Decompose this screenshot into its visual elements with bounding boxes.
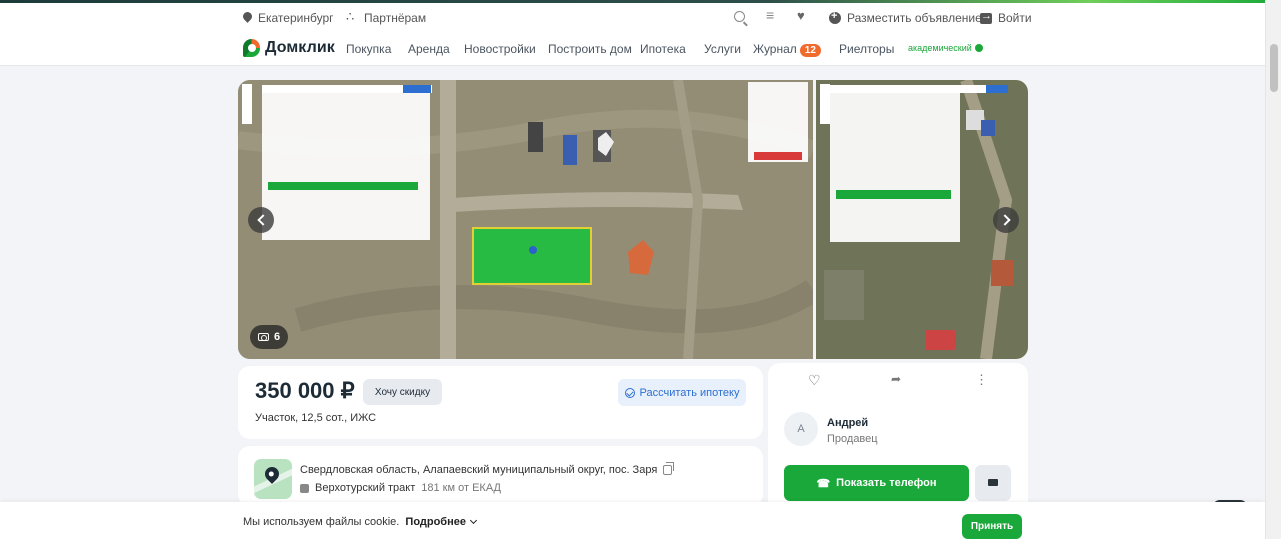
address-card: Свердловская область, Алапаевский муници… xyxy=(238,446,763,506)
price-card: 350 000 ₽ Хочу скидку Рассчитать ипотеку… xyxy=(238,366,763,439)
login-label: Войти xyxy=(998,11,1032,25)
seller-card: А Андрей Продавец Показать телефон xyxy=(768,363,1028,513)
heart-icon xyxy=(797,8,809,23)
main-photo[interactable] xyxy=(238,80,813,359)
search-icon xyxy=(734,11,745,22)
map-pin-icon xyxy=(262,464,282,484)
partners-label: Партнёрам xyxy=(364,11,427,25)
gallery-prev-button[interactable] xyxy=(248,207,274,233)
photo-count-badge[interactable]: 6 xyxy=(250,325,289,349)
city-selector[interactable]: Екатеринбург xyxy=(243,11,334,25)
nav-link-mortgage[interactable]: Ипотека xyxy=(640,42,686,56)
seller-role: Продавец xyxy=(827,433,878,445)
login-link[interactable]: Войти xyxy=(980,10,1032,25)
top-bar: Екатеринбург Партнёрам Разместить объявл… xyxy=(0,3,1265,31)
logo-icon xyxy=(243,39,260,57)
promo-label: академический xyxy=(908,43,972,53)
map-thumbnail[interactable] xyxy=(254,459,292,499)
highway-icon xyxy=(300,483,309,493)
search-button[interactable] xyxy=(734,11,745,22)
photo-count-value: 6 xyxy=(274,331,281,343)
gallery-next-button[interactable] xyxy=(993,207,1019,233)
favorite-heart-icon[interactable] xyxy=(808,372,822,389)
chat-button[interactable] xyxy=(975,465,1011,501)
copy-icon[interactable] xyxy=(663,462,675,475)
nav-link-journal[interactable]: Журнал 12 xyxy=(753,42,821,57)
route-name: Верхотурский тракт xyxy=(315,482,416,494)
check-circle-icon xyxy=(624,387,635,398)
chevron-down-icon xyxy=(469,516,478,525)
discount-button[interactable]: Хочу скидку xyxy=(363,379,442,405)
post-ad-link[interactable]: Разместить объявление xyxy=(829,10,982,25)
nav-link-realtors[interactable]: Риелторы xyxy=(839,42,894,56)
seller-avatar: А xyxy=(784,412,818,446)
post-ad-label: Разместить объявление xyxy=(847,11,982,25)
main-navigation: Домклик Покупка Аренда Новостройки Постр… xyxy=(0,31,1265,66)
login-icon xyxy=(980,10,992,24)
nav-link-build-house[interactable]: Построить дом xyxy=(548,42,632,56)
phone-icon xyxy=(816,477,830,490)
satellite-map-image xyxy=(238,80,813,359)
partners-link[interactable]: Партнёрам xyxy=(346,9,427,25)
address-value: Свердловская область, Алапаевский муници… xyxy=(300,464,658,476)
promo-link[interactable]: академический xyxy=(908,43,983,53)
cookie-message: Мы используем файлы cookie. Подробнее xyxy=(243,516,478,528)
compare-icon xyxy=(766,7,778,23)
listing-subtitle: Участок, 12,5 сот., ИЖС xyxy=(255,412,377,424)
cookie-more-link[interactable]: Подробнее xyxy=(405,516,478,528)
cookie-banner: Мы используем файлы cookie. Подробнее Пр… xyxy=(0,502,1265,539)
domclick-logo[interactable]: Домклик xyxy=(243,39,335,57)
more-options-icon[interactable] xyxy=(973,372,988,389)
show-phone-button[interactable]: Показать телефон xyxy=(784,465,969,501)
listing-price: 350 000 ₽ xyxy=(255,378,355,403)
address-line: Свердловская область, Алапаевский муници… xyxy=(300,462,675,476)
nav-link-new-buildings[interactable]: Новостройки xyxy=(464,42,536,56)
nav-link-rent[interactable]: Аренда xyxy=(408,42,450,56)
page-scrollbar[interactable] xyxy=(1265,0,1281,539)
nav-link-buy[interactable]: Покупка xyxy=(346,42,391,56)
show-phone-label: Показать телефон xyxy=(836,477,937,489)
compare-button[interactable] xyxy=(766,7,778,23)
location-pin-icon xyxy=(243,12,252,24)
mortgage-calculator-button[interactable]: Рассчитать ипотеку xyxy=(618,379,746,406)
route-line: Верхотурский тракт 181 км от ЕКАД xyxy=(300,482,501,494)
favorites-button[interactable] xyxy=(797,8,809,23)
mortgage-label: Рассчитать ипотеку xyxy=(639,386,740,399)
cookie-more-label: Подробнее xyxy=(405,516,466,528)
journal-count-badge: 12 xyxy=(799,44,821,57)
seller-name[interactable]: Андрей xyxy=(827,417,868,429)
photo-gallery: 6 xyxy=(238,80,1028,359)
info-icon xyxy=(974,44,983,52)
partners-icon xyxy=(346,9,358,25)
city-label: Екатеринбург xyxy=(258,11,334,25)
share-icon[interactable] xyxy=(891,372,905,389)
route-distance: 181 км от ЕКАД xyxy=(421,482,501,494)
logo-text: Домклик xyxy=(265,39,335,56)
scrollbar-thumb[interactable] xyxy=(1270,44,1278,92)
journal-label: Журнал xyxy=(753,42,797,56)
camera-icon xyxy=(258,333,269,341)
cookie-accept-button[interactable]: Принять xyxy=(962,514,1022,539)
cookie-text: Мы используем файлы cookie. xyxy=(243,516,400,528)
plus-circle-icon xyxy=(829,10,841,24)
nav-link-services[interactable]: Услуги xyxy=(704,42,741,56)
